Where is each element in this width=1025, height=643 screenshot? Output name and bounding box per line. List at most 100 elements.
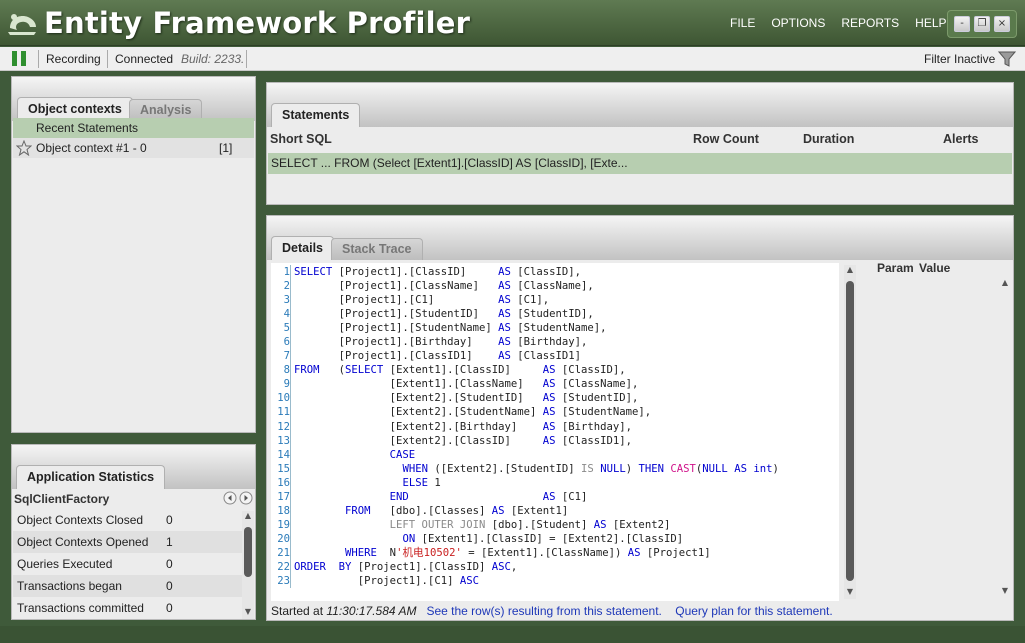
- line-number: 20: [277, 532, 290, 545]
- sql-line: ELSE 1: [402, 476, 441, 489]
- column-duration[interactable]: Duration: [803, 132, 854, 146]
- line-number: 3: [283, 294, 290, 307]
- sql-line: [Extent2].[StudentName] AS [StudentName]…: [294, 406, 652, 419]
- sql-line: WHERE N'机电10502' = [Extent1].[ClassName]…: [345, 546, 711, 559]
- line-number: 19: [277, 518, 290, 531]
- line-number: 22: [277, 560, 290, 573]
- statement-row[interactable]: SELECT ... FROM (Select [Extent1].[Class…: [268, 153, 1012, 174]
- started-label: Started at: [271, 604, 324, 618]
- stats-row: Queries Executed 0: [13, 553, 251, 575]
- scroll-up-icon[interactable]: ▲: [242, 511, 254, 521]
- filter-funnel-icon[interactable]: [998, 50, 1016, 68]
- stats-value: 0: [166, 513, 173, 527]
- sql-line: ON [Extent1].[ClassID] = [Extent2].[Clas…: [402, 532, 684, 545]
- stats-row: Object Contexts Closed 0: [13, 509, 251, 531]
- object-contexts-panel: Object contexts Analysis Recent Statemen…: [11, 76, 256, 433]
- menu-help[interactable]: HELP: [915, 16, 946, 30]
- sql-code-view[interactable]: 1 2 3 4 5 6 7 8 9 10 11 12 13 14 15 16 1…: [271, 263, 839, 601]
- sql-line: FROM [dbo].[Classes] AS [Extent1]: [345, 504, 569, 517]
- menu-file[interactable]: FILE: [730, 16, 755, 30]
- title-bar: Entity Framework Profiler FILE OPTIONS R…: [0, 0, 1025, 46]
- line-number: 1: [283, 266, 290, 278]
- started-time: 11:30:17.584 AM: [326, 604, 417, 618]
- sql-line: [Project1].[ClassID1] AS [ClassID1]: [294, 350, 582, 363]
- stats-label: Transactions began: [17, 579, 122, 593]
- minimize-button[interactable]: -: [954, 16, 970, 32]
- tab-stack-trace[interactable]: Stack Trace: [331, 238, 423, 260]
- sql-line: [Extent1].[ClassName] AS [ClassName],: [294, 378, 639, 391]
- line-number: 15: [277, 462, 290, 475]
- line-number: 14: [277, 448, 290, 461]
- menu-reports[interactable]: REPORTS: [841, 16, 899, 30]
- param-scroll-up-icon[interactable]: ▲: [999, 278, 1011, 288]
- stats-value: 1: [166, 535, 173, 549]
- build-label: Build: 2233.: [181, 52, 245, 66]
- param-scroll-down-icon[interactable]: ▼: [999, 586, 1011, 596]
- sql-line: [Project1].[C1] ASC: [294, 575, 479, 588]
- line-number: 8: [283, 364, 290, 377]
- details-panel: Details Stack Trace 1 2 3 4 5 6 7 8 9 10…: [266, 215, 1014, 621]
- stats-value: 0: [166, 557, 173, 571]
- sql-line: LEFT OUTER JOIN [dbo].[Student] AS [Exte…: [389, 518, 671, 531]
- object-context-row[interactable]: Object context #1 - 0 [1]: [13, 138, 254, 158]
- restore-button[interactable]: ❐: [974, 16, 990, 32]
- star-icon[interactable]: [16, 140, 32, 156]
- line-number: 23: [277, 575, 290, 588]
- tab-application-statistics[interactable]: Application Statistics: [16, 465, 166, 489]
- recent-statements-item[interactable]: Recent Statements: [13, 118, 254, 138]
- statement-footer: Started at 11:30:17.584 AM See the row(s…: [271, 604, 833, 618]
- line-number: 2: [283, 280, 290, 293]
- sql-line: ORDER BY [Project1].[ClassID] ASC,: [294, 560, 518, 573]
- application-statistics-panel: Application Statistics SqlClientFactory …: [11, 444, 256, 620]
- line-number: 7: [283, 350, 290, 363]
- line-number: 16: [277, 476, 290, 489]
- object-context-name: Object context #1 - 0: [36, 141, 147, 155]
- close-button[interactable]: ×: [994, 16, 1010, 32]
- sql-line: SELECT [Project1].[ClassID] AS [ClassID]…: [294, 266, 582, 278]
- stats-value: 0: [166, 601, 173, 615]
- next-arrow-icon[interactable]: [239, 491, 253, 505]
- sql-line: [Extent2].[Birthday] AS [Birthday],: [294, 420, 633, 433]
- statements-panel: Statements Short SQL Row Count Duration …: [266, 82, 1014, 205]
- sql-line: FROM (SELECT [Extent1].[ClassID] AS [Cla…: [294, 364, 626, 377]
- profiler-logo-icon: [8, 14, 36, 35]
- column-row-count[interactable]: Row Count: [693, 132, 759, 146]
- factory-name: SqlClientFactory: [14, 492, 110, 506]
- sql-line: [Project1].[Birthday] AS [Birthday],: [294, 336, 588, 349]
- app-title: Entity Framework Profiler: [44, 6, 471, 40]
- stats-label: Transactions committed: [17, 601, 144, 615]
- prev-arrow-icon[interactable]: [223, 491, 237, 505]
- pause-icon[interactable]: [12, 51, 27, 66]
- scroll-down-icon[interactable]: ▼: [844, 587, 856, 597]
- column-alerts[interactable]: Alerts: [943, 132, 978, 146]
- line-number: 18: [277, 504, 290, 517]
- sql-line: [Extent2].[ClassID] AS [ClassID1],: [294, 434, 633, 447]
- line-number: 21: [277, 546, 290, 559]
- rows-result-link[interactable]: See the row(s) resulting from this state…: [426, 604, 661, 618]
- stats-scrollbar[interactable]: ▲ ▼: [242, 511, 254, 619]
- line-number: 5: [283, 322, 290, 335]
- value-header[interactable]: Value: [919, 261, 950, 275]
- stats-label: Queries Executed: [17, 557, 113, 571]
- scroll-thumb[interactable]: [846, 281, 854, 581]
- tab-details[interactable]: Details: [271, 236, 334, 260]
- main-menu: FILE OPTIONS REPORTS HELP: [730, 16, 947, 30]
- recording-button[interactable]: Recording: [46, 52, 101, 66]
- sql-scrollbar[interactable]: ▲ ▼: [844, 265, 856, 599]
- scroll-up-icon[interactable]: ▲: [844, 265, 856, 275]
- filter-status[interactable]: Filter Inactive: [924, 52, 995, 66]
- param-header[interactable]: Param: [877, 261, 914, 275]
- line-number: 6: [283, 336, 290, 349]
- connected-status[interactable]: Connected: [115, 52, 173, 66]
- sql-line: [Project1].[ClassName] AS [ClassName],: [294, 280, 594, 293]
- menu-options[interactable]: OPTIONS: [771, 16, 825, 30]
- sql-line: [Project1].[StudentName] AS [StudentName…: [294, 322, 607, 335]
- tab-statements[interactable]: Statements: [271, 103, 361, 127]
- scroll-down-icon[interactable]: ▼: [242, 607, 254, 617]
- query-plan-link[interactable]: Query plan for this statement.: [675, 604, 832, 618]
- stats-row: Object Contexts Opened 1: [13, 531, 251, 553]
- sql-line: WHEN ([Extent2].[StudentID] IS NULL) THE…: [402, 462, 779, 475]
- scroll-thumb[interactable]: [244, 527, 252, 577]
- line-number: 9: [283, 378, 290, 391]
- column-short-sql[interactable]: Short SQL: [270, 132, 332, 146]
